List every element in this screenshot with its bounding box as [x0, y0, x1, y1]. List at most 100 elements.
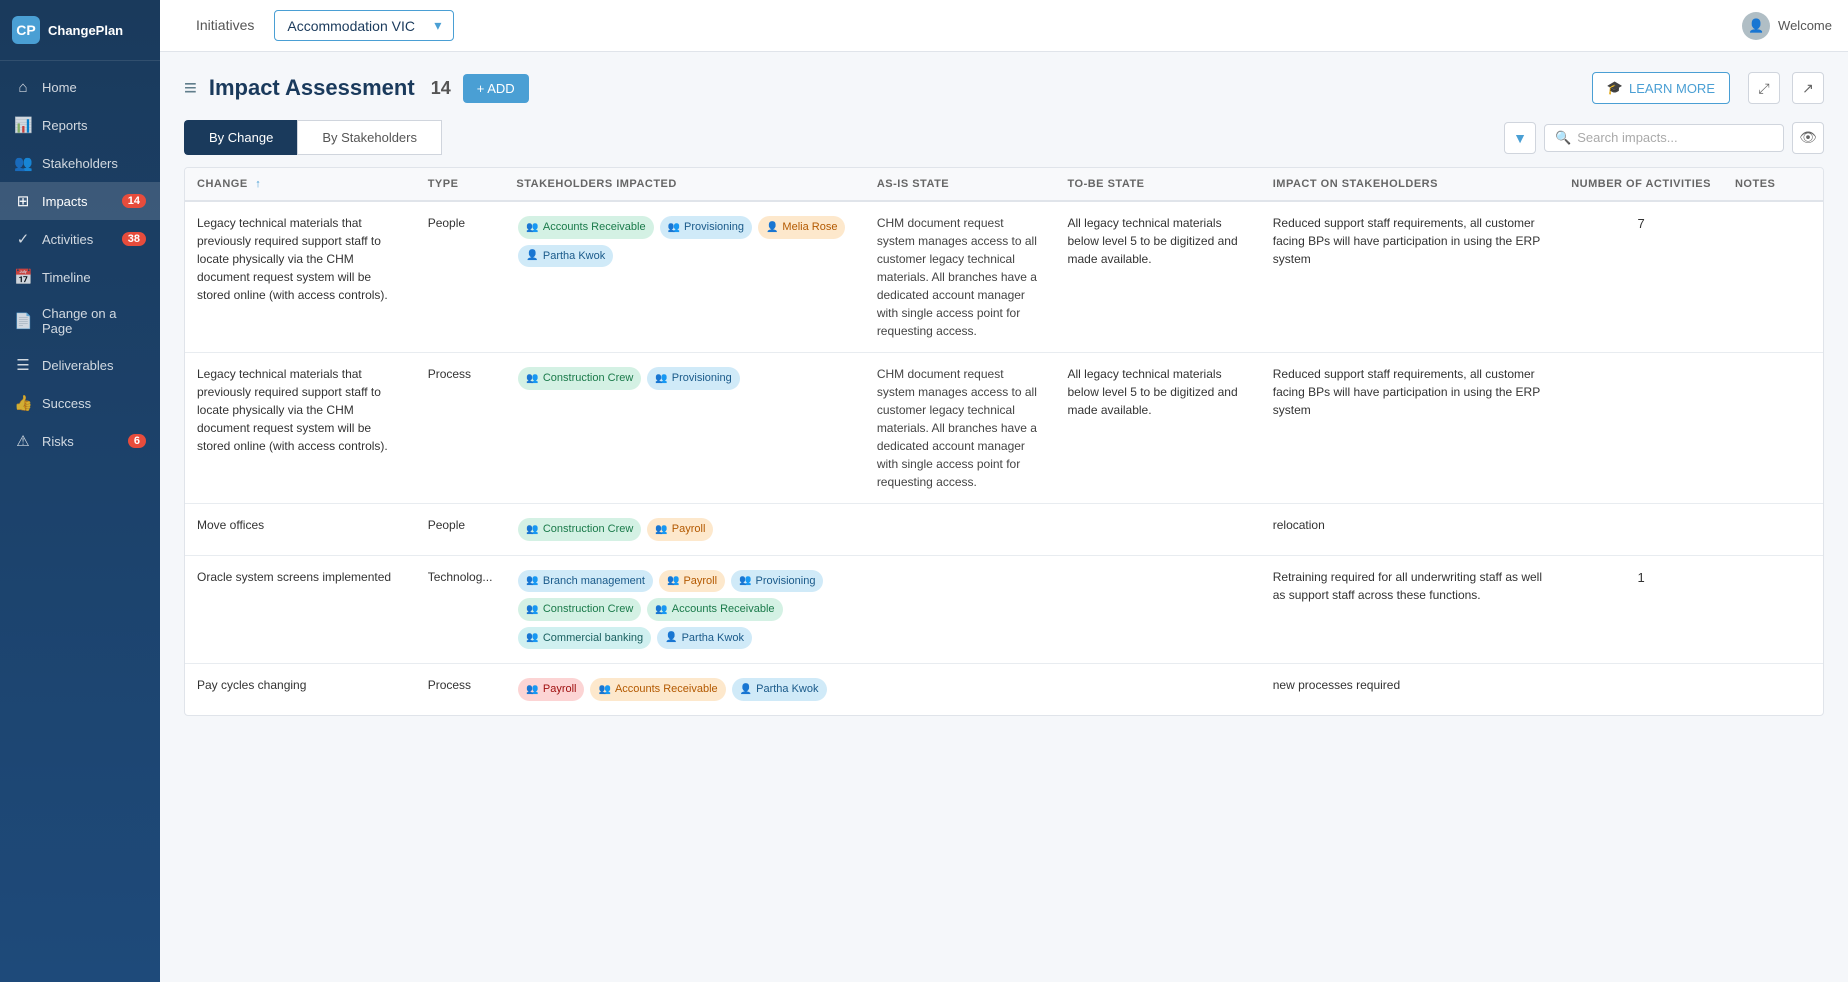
sidebar-item-deliverables[interactable]: ☰ Deliverables — [0, 346, 160, 384]
cell-stakeholders-4: Payroll Accounts Receivable Partha Kwok — [504, 664, 864, 715]
impacts-table: CHANGE ↑TYPESTAKEHOLDERS IMPACTEDAS-IS S… — [185, 168, 1823, 715]
sidebar-item-timeline[interactable]: 📅 Timeline — [0, 258, 160, 296]
search-input[interactable] — [1577, 130, 1773, 145]
sidebar: CP ChangePlan ⌂ Home 📊 Reports 👥 Stakeho… — [0, 0, 160, 982]
add-button[interactable]: + ADD — [463, 74, 529, 103]
cell-notes-1 — [1723, 353, 1823, 504]
stakeholder-tag[interactable]: Branch management — [518, 570, 653, 593]
sidebar-label-reports: Reports — [42, 118, 88, 133]
expand-icon[interactable]: ⤢ — [1748, 72, 1780, 104]
cell-notes-4 — [1723, 664, 1823, 715]
cell-change-0: Legacy technical materials that previous… — [185, 201, 416, 353]
sidebar-label-success: Success — [42, 396, 91, 411]
cell-asis-0: CHM document request system manages acce… — [865, 201, 1056, 353]
stakeholder-tag[interactable]: Provisioning — [647, 367, 739, 390]
stakeholder-tag[interactable]: Accounts Receivable — [590, 678, 725, 701]
col-header-change[interactable]: CHANGE ↑ — [185, 168, 416, 201]
cell-notes-0 — [1723, 201, 1823, 353]
initiative-dropdown[interactable]: Accommodation VIC ▾ — [274, 10, 454, 41]
cell-impact-4: new processes required — [1261, 664, 1559, 715]
cell-notes-3 — [1723, 555, 1823, 664]
sidebar-logo: CP ChangePlan — [0, 0, 160, 61]
cell-type-1: Process — [416, 353, 505, 504]
topbar-tab-initiatives[interactable]: Initiatives — [176, 0, 274, 52]
stakeholder-tag[interactable]: Provisioning — [731, 570, 823, 593]
stakeholder-tag[interactable]: Provisioning — [660, 216, 752, 239]
sidebar-item-activities[interactable]: ✓ Activities 38 — [0, 220, 160, 258]
cell-impact-3: Retraining required for all underwriting… — [1261, 555, 1559, 664]
stakeholder-tag[interactable]: Partha Kwok — [732, 678, 827, 701]
col-header-to-be: TO-BE STATE — [1056, 168, 1261, 201]
sidebar-label-deliverables: Deliverables — [42, 358, 114, 373]
initiative-dropdown-value: Accommodation VIC — [287, 18, 415, 34]
cell-stakeholders-1: Construction Crew Provisioning — [504, 353, 864, 504]
success-icon: 👍 — [14, 394, 32, 412]
change-on-page-icon: 📄 — [14, 312, 32, 330]
col-header-notes: NOTES — [1723, 168, 1823, 201]
stakeholder-tag[interactable]: Construction Crew — [518, 518, 641, 541]
sidebar-item-risks[interactable]: ⚠ Risks 6 — [0, 422, 160, 460]
home-icon: ⌂ — [14, 79, 32, 96]
sidebar-item-impacts[interactable]: ⊞ Impacts 14 — [0, 182, 160, 220]
cell-type-0: People — [416, 201, 505, 353]
cell-tobe-3 — [1056, 555, 1261, 664]
search-icon: 🔍 — [1555, 130, 1571, 146]
sidebar-item-reports[interactable]: 📊 Reports — [0, 106, 160, 144]
cell-type-4: Process — [416, 664, 505, 715]
tab-by-stakeholders[interactable]: By Stakeholders — [297, 120, 442, 155]
stakeholder-tag[interactable]: Accounts Receivable — [518, 216, 653, 239]
table-row: Pay cycles changingProcessPayrollAccount… — [185, 664, 1823, 715]
chevron-down-icon: ▾ — [434, 17, 441, 34]
table-row: Move officesPeopleConstruction CrewPayro… — [185, 504, 1823, 556]
cell-asis-1: CHM document request system manages acce… — [865, 353, 1056, 504]
filter-button[interactable]: ▼ — [1504, 122, 1536, 154]
hide-icon[interactable]: 👁 — [1792, 122, 1824, 154]
avatar: 👤 — [1742, 12, 1770, 40]
cell-change-3: Oracle system screens implemented — [185, 555, 416, 664]
learn-more-label: LEARN MORE — [1629, 81, 1715, 96]
stakeholder-tag[interactable]: Partha Kwok — [518, 245, 613, 268]
col-header-type: TYPE — [416, 168, 505, 201]
impacts-table-container: CHANGE ↑TYPESTAKEHOLDERS IMPACTEDAS-IS S… — [184, 167, 1824, 716]
stakeholder-tag[interactable]: Payroll — [647, 518, 713, 541]
cell-num-activities-3: 1 — [1559, 555, 1723, 664]
sidebar-item-change-on-page[interactable]: 📄 Change on a Page — [0, 296, 160, 346]
badge-impacts: 14 — [122, 194, 146, 208]
cell-change-2: Move offices — [185, 504, 416, 556]
cell-impact-1: Reduced support staff requirements, all … — [1261, 353, 1559, 504]
external-link-icon[interactable]: ↗ — [1792, 72, 1824, 104]
stakeholder-tag[interactable]: Commercial banking — [518, 627, 651, 650]
impact-count: 14 — [431, 78, 451, 99]
topbar: Initiatives Accommodation VIC ▾ 👤 Welcom… — [160, 0, 1848, 52]
sort-icon: ↑ — [255, 178, 261, 190]
stakeholder-tag[interactable]: Payroll — [518, 678, 584, 701]
sidebar-item-success[interactable]: 👍 Success — [0, 384, 160, 422]
tabs-right-controls: ▼ 🔍 👁 — [1504, 122, 1824, 154]
learn-more-button[interactable]: 🎓 LEARN MORE — [1592, 72, 1730, 104]
risks-icon: ⚠ — [14, 432, 32, 450]
stakeholder-tag[interactable]: Partha Kwok — [657, 627, 752, 650]
stakeholder-tag[interactable]: Accounts Receivable — [647, 598, 782, 621]
stakeholder-tag[interactable]: Construction Crew — [518, 598, 641, 621]
sidebar-label-change-on-page: Change on a Page — [42, 306, 146, 336]
table-row: Oracle system screens implementedTechnol… — [185, 555, 1823, 664]
table-row: Legacy technical materials that previous… — [185, 353, 1823, 504]
stakeholder-tag[interactable]: Construction Crew — [518, 367, 641, 390]
graduation-icon: 🎓 — [1607, 80, 1623, 96]
sidebar-nav: ⌂ Home 📊 Reports 👥 Stakeholders ⊞ Impact… — [0, 61, 160, 982]
sidebar-item-stakeholders[interactable]: 👥 Stakeholders — [0, 144, 160, 182]
cell-change-1: Legacy technical materials that previous… — [185, 353, 416, 504]
cell-tobe-1: All legacy technical materials below lev… — [1056, 353, 1261, 504]
sidebar-item-home[interactable]: ⌂ Home — [0, 69, 160, 106]
activities-icon: ✓ — [14, 230, 32, 248]
badge-activities: 38 — [122, 232, 146, 246]
reports-icon: 📊 — [14, 116, 32, 134]
stakeholder-tag[interactable]: Melia Rose — [758, 216, 845, 239]
cell-stakeholders-2: Construction Crew Payroll — [504, 504, 864, 556]
stakeholder-tag[interactable]: Payroll — [659, 570, 725, 593]
col-header-stakeholders: STAKEHOLDERS IMPACTED — [504, 168, 864, 201]
content-area: ≡ Impact Assessment 14 + ADD 🎓 LEARN MOR… — [160, 52, 1848, 982]
cell-tobe-4 — [1056, 664, 1261, 715]
cell-asis-4 — [865, 664, 1056, 715]
tab-by-change[interactable]: By Change — [184, 120, 297, 155]
